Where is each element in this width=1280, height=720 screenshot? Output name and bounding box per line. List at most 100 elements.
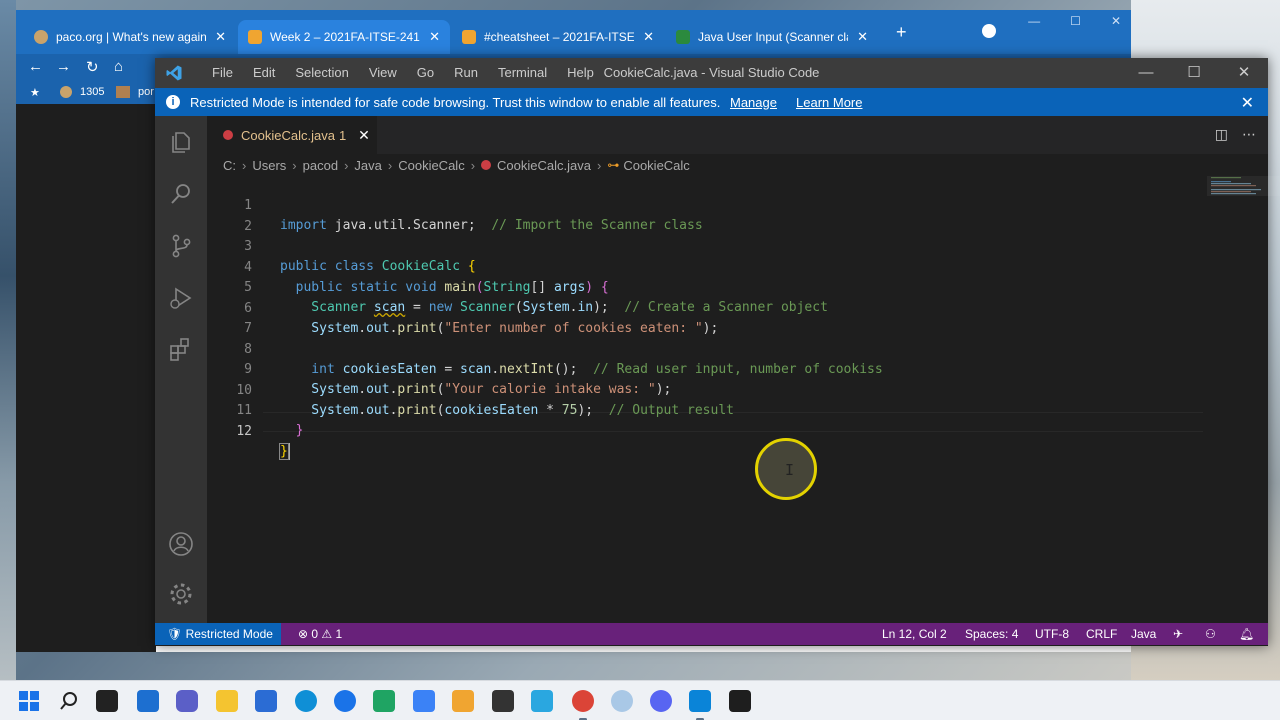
calculator-icon[interactable] [531, 690, 553, 712]
menu-view[interactable]: View [359, 58, 407, 88]
java-file-icon [481, 160, 492, 170]
new-tab-icon[interactable]: + [896, 22, 907, 43]
indentation[interactable]: Spaces: 4 [965, 627, 1018, 641]
settings-gear-icon[interactable] [167, 580, 195, 608]
edge-icon[interactable] [295, 690, 317, 712]
restricted-mode-status[interactable]: 🛡 Restricted Mode [155, 623, 281, 645]
discord-icon[interactable] [650, 690, 672, 712]
breadcrumb-item[interactable]: pacod [303, 158, 338, 173]
menu-edit[interactable]: Edit [243, 58, 285, 88]
terminal-icon[interactable] [729, 690, 751, 712]
tweet-feedback-icon[interactable]: ✈ [1173, 627, 1183, 641]
learn-more-link[interactable]: Learn More [796, 95, 862, 110]
pencil-favicon-icon [462, 30, 476, 44]
code-line-current: 12 } [207, 402, 1207, 460]
menu-file[interactable]: File [202, 58, 243, 88]
sublime-icon[interactable] [452, 690, 474, 712]
close-icon[interactable]: ✕ [1111, 14, 1121, 28]
close-tab-icon[interactable]: ✕ [358, 127, 370, 144]
menu-selection[interactable]: Selection [285, 58, 358, 88]
menu-run[interactable]: Run [444, 58, 488, 88]
info-icon: i [166, 95, 180, 109]
close-tab-icon[interactable]: ✕ [857, 29, 868, 45]
run-debug-icon[interactable] [167, 284, 195, 312]
bookmark-star-icon[interactable]: ★ [30, 86, 40, 99]
menu-help[interactable]: Help [557, 58, 604, 88]
breadcrumb-item[interactable]: CookieCalc [623, 158, 689, 173]
close-tab-icon[interactable]: ✕ [429, 29, 440, 45]
browser-tab-active[interactable]: Week 2 – 2021FA-ITSE-2417-519 ✕ [238, 20, 450, 54]
browser-tab[interactable]: Java User Input (Scanner class) ✕ [666, 20, 878, 54]
reload-icon[interactable]: ↻ [86, 58, 99, 76]
code-line: 1 import java.util.Scanner; // Import th… [207, 176, 1207, 233]
tab-search-icon[interactable] [982, 24, 996, 38]
problems-status[interactable]: ⊗ 0 ⚠ 1 [298, 627, 342, 641]
file-encoding[interactable]: UTF-8 [1035, 627, 1069, 641]
microsoft-store-icon[interactable] [255, 690, 277, 712]
browser-tabstrip: paco.org | What's new again is o ✕ Week … [16, 10, 1131, 54]
maximize-icon[interactable]: ☐ [1171, 58, 1217, 88]
home-icon[interactable]: ⌂ [114, 58, 123, 75]
widgets-icon[interactable] [137, 690, 159, 712]
breadcrumb-item[interactable]: C: [223, 158, 236, 173]
source-control-icon[interactable] [167, 232, 195, 260]
task-view-icon[interactable] [96, 690, 118, 712]
minimap[interactable] [1207, 176, 1280, 206]
chrome-icon[interactable] [572, 690, 594, 720]
todo-icon[interactable] [413, 690, 435, 712]
notepad-icon[interactable] [492, 690, 514, 712]
more-actions-icon[interactable]: ⋯ [1242, 126, 1256, 143]
zoom-icon[interactable] [334, 690, 356, 712]
vscode-taskbar-icon[interactable] [689, 690, 711, 720]
search-icon[interactable] [58, 690, 80, 712]
browser-tab[interactable]: #cheatsheet – 2021FA-ITSE-2417 ✕ [452, 20, 664, 54]
explorer-icon[interactable] [167, 128, 195, 156]
windows-start-icon[interactable] [18, 690, 40, 712]
breadcrumb-item[interactable]: CookieCalc.java [497, 158, 591, 173]
close-tab-icon[interactable]: ✕ [643, 29, 654, 45]
browser-tab[interactable]: paco.org | What's new again is o ✕ [24, 20, 236, 54]
bookmark-item[interactable]: 1305 [80, 86, 104, 98]
notifications-bell-icon[interactable]: 🔔︎ [1239, 627, 1254, 641]
live-share-icon[interactable]: ⚇ [1205, 627, 1216, 641]
search-icon[interactable] [167, 180, 195, 208]
line-number: 12 [236, 423, 252, 439]
code-line: 11 } [207, 381, 1207, 438]
manage-link[interactable]: Manage [730, 95, 777, 110]
cortana-icon[interactable] [611, 690, 633, 712]
code-line: 3 public class CookieCalc { [207, 217, 1207, 274]
tab-filename: CookieCalc.java [241, 127, 335, 143]
breadcrumb-item[interactable]: CookieCalc [398, 158, 464, 173]
accounts-icon[interactable] [167, 530, 195, 558]
forward-icon[interactable]: → [56, 58, 71, 75]
cursor-position[interactable]: Ln 12, Col 2 [882, 627, 947, 641]
code-line: 2 [207, 197, 1207, 234]
close-icon[interactable]: ✕ [1221, 58, 1267, 88]
teams-chat-icon[interactable] [176, 690, 198, 712]
close-tab-icon[interactable]: ✕ [215, 29, 226, 45]
breadcrumb-item[interactable]: Users [252, 158, 286, 173]
minimize-icon[interactable]: — [1123, 58, 1169, 88]
file-explorer-icon[interactable] [216, 690, 238, 712]
chat-app-icon[interactable] [373, 690, 395, 712]
editor-tab-cookiecalc[interactable]: CookieCalc.java 1 ✕ [207, 116, 377, 154]
extensions-icon[interactable] [167, 336, 195, 364]
browser-tab-title: Week 2 – 2021FA-ITSE-2417-519 [270, 30, 420, 44]
menu-go[interactable]: Go [407, 58, 444, 88]
split-editor-icon[interactable]: ◫ [1215, 126, 1228, 143]
language-mode[interactable]: Java [1131, 627, 1156, 641]
line-ending[interactable]: CRLF [1086, 627, 1117, 641]
code-line: 8 int cookiesEaten = scan.nextInt(); // … [207, 320, 1207, 377]
code-line: 6 System.out.print("Enter number of cook… [207, 279, 1207, 336]
editor-actions: ◫ ⋯ [1215, 126, 1256, 143]
minimize-icon[interactable]: — [1028, 14, 1040, 28]
bookmark-item[interactable]: por [138, 86, 154, 98]
back-icon[interactable]: ← [28, 58, 43, 75]
menu-terminal[interactable]: Terminal [488, 58, 557, 88]
code-editor[interactable]: 1 import java.util.Scanner; // Import th… [207, 176, 1280, 623]
breadcrumb-separator-icon: › [596, 157, 602, 173]
breadcrumb-item[interactable]: Java [354, 158, 381, 173]
maximize-icon[interactable]: ☐ [1070, 14, 1081, 28]
close-banner-icon[interactable]: ✕ [1241, 93, 1254, 113]
breadcrumb: C: › Users › pacod › Java › CookieCalc ›… [207, 154, 1268, 176]
